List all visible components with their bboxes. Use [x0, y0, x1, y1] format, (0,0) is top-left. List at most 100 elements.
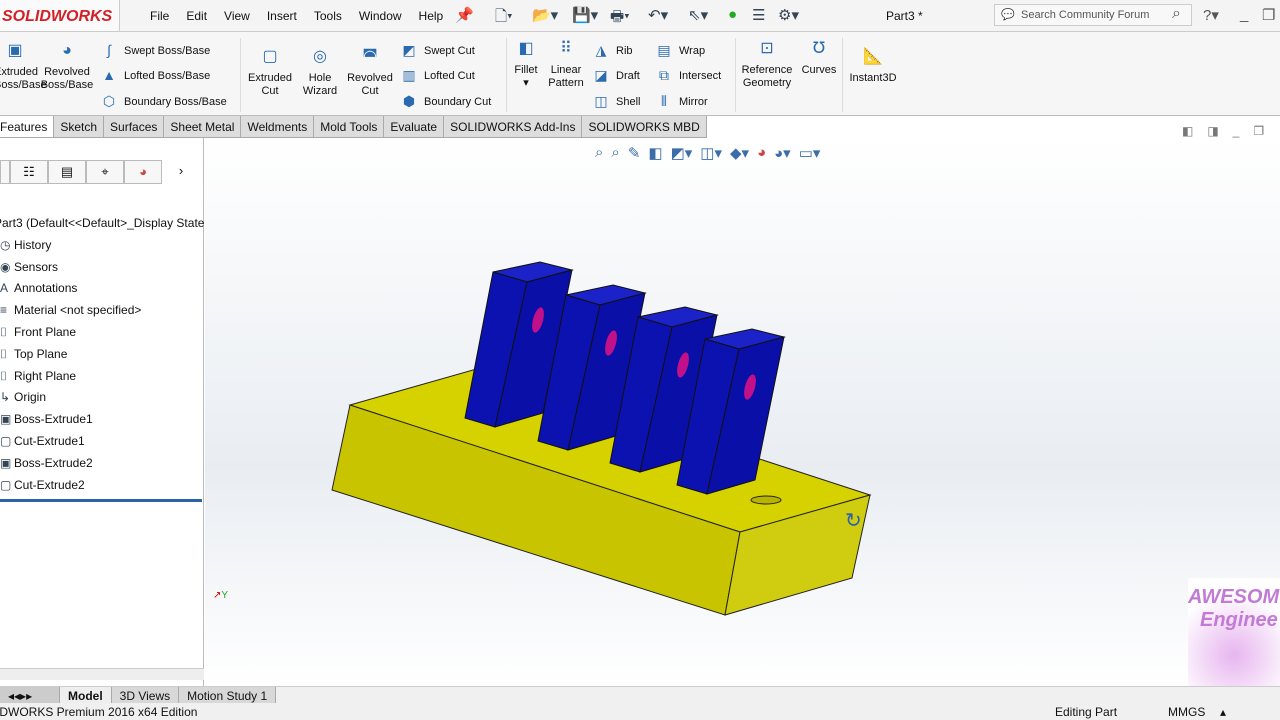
print-icon[interactable]: 🖶▾ — [610, 6, 630, 31]
tab-evaluate[interactable]: Evaluate — [384, 116, 445, 137]
swept-boss-button[interactable]: ∫ Swept Boss/Base — [100, 42, 210, 60]
menu-insert[interactable]: Insert — [267, 9, 297, 23]
dropdown-arrow[interactable]: ▾ — [523, 77, 529, 89]
tab-addins[interactable]: SOLIDWORKS Add-Ins — [444, 116, 583, 137]
menu-window[interactable]: Window — [359, 9, 402, 23]
revolved-cut-button[interactable]: ◚ Revolved Cut — [344, 49, 396, 98]
rebuild-icon[interactable]: ● — [728, 6, 737, 23]
menu-file[interactable]: File — [150, 9, 169, 23]
tree-item-boss-extrude1[interactable]: ▣ Boss-Extrude1 — [0, 412, 204, 434]
tree-item-top-plane[interactable]: ⌷ Top Plane — [0, 347, 204, 369]
feature-manager-tab[interactable]: ☷ — [10, 160, 48, 184]
shell-button[interactable]: ◫ Shell — [592, 93, 640, 111]
extruded-boss-button[interactable]: ▣Extruded Boss/Base — [0, 43, 47, 92]
help-icon[interactable]: ?▾ — [1203, 6, 1219, 24]
search-icon[interactable]: ⌕ — [1172, 5, 1181, 23]
tree-item-right-plane[interactable]: ⌷ Right Plane — [0, 369, 204, 391]
menu-edit[interactable]: Edit — [186, 9, 207, 23]
extruded-cut-icon: ▢ — [262, 48, 278, 65]
tab-surfaces[interactable]: Surfaces — [104, 116, 165, 137]
minimize-icon[interactable]: _ — [1240, 6, 1248, 23]
graphics-area[interactable]: ↻ ↗Y — [205, 138, 1280, 686]
horizontal-scrollbar[interactable] — [0, 668, 204, 680]
previous-view-icon[interactable]: ✎ — [628, 144, 641, 162]
reference-geometry-button[interactable]: ⊡ Reference Geometry — [738, 41, 796, 90]
lofted-boss-button[interactable]: ▲ Lofted Boss/Base — [100, 67, 210, 85]
property-manager-tab[interactable]: ▤ — [48, 160, 86, 184]
tree-item-annotations[interactable]: A Annotations — [0, 281, 204, 303]
tab-sketch[interactable]: Sketch — [54, 116, 105, 137]
menu-view[interactable]: View — [224, 9, 250, 23]
tab-weldments[interactable]: Weldments — [241, 116, 315, 137]
appearance-icon[interactable]: ◕▾ — [774, 144, 791, 162]
options-gear-icon[interactable]: ⚙▾ — [778, 6, 799, 24]
lofted-cut-button[interactable]: ▥ Lofted Cut — [400, 67, 474, 85]
solidworks-logo[interactable]: SOLIDWORKS — [0, 0, 120, 32]
extruded-cut-button[interactable]: ▢ Extruded Cut — [244, 48, 296, 98]
tree-item-front-plane[interactable]: ⌷ Front Plane — [0, 325, 204, 347]
viewport-window-controls[interactable]: ◧◨_❐ — [1182, 124, 1278, 138]
configuration-manager-tab[interactable]: ⌖ — [86, 160, 124, 184]
file-properties-icon[interactable]: ☰ — [752, 6, 765, 24]
tab-mbd[interactable]: SOLIDWORKS MBD — [582, 116, 707, 137]
tree-item-cut-extrude2[interactable]: ▢ Cut-Extrude2 — [0, 478, 204, 500]
instant3d-button[interactable]: 📐 Instant3D — [846, 49, 900, 85]
rollback-bar[interactable] — [0, 499, 202, 503]
tree-item-sensors[interactable]: ◉ Sensors — [0, 260, 204, 282]
display-style-icon[interactable]: ◆▾ — [730, 144, 749, 162]
tree-item-origin[interactable]: ↳ Origin — [0, 390, 204, 412]
tree-item-material[interactable]: ≡ Material <not specified> — [0, 303, 204, 325]
command-tabs: Features Sketch Surfaces Sheet Metal Wel… — [0, 116, 707, 138]
tab-motion-study[interactable]: Motion Study 1 — [179, 687, 277, 703]
save-icon[interactable]: 💾▾ — [572, 6, 598, 24]
units-arrow-icon[interactable]: ▴ — [1220, 705, 1226, 719]
tab-3d-views[interactable]: 3D Views — [111, 687, 180, 703]
restore-icon[interactable]: ❐ — [1262, 6, 1275, 24]
swept-cut-button[interactable]: ◩ Swept Cut — [400, 42, 474, 60]
units-selector[interactable]: MMGS — [1168, 705, 1205, 719]
tab-scroll-arrows[interactable]: ◂◂▸▸ — [0, 687, 60, 703]
undo-icon[interactable]: ↶▾ — [648, 6, 668, 24]
pin-icon[interactable]: 📌 — [455, 6, 474, 24]
annotation-icon: A — [0, 281, 9, 296]
linear-pattern-button[interactable]: ⠿ Linear Pattern — [544, 41, 588, 90]
view-settings-icon[interactable]: ▭▾ — [799, 144, 821, 162]
zoom-to-fit-icon[interactable]: ⌕ — [595, 144, 603, 162]
open-icon[interactable]: 📂▾ — [532, 6, 558, 24]
tab-features[interactable]: Features — [0, 116, 55, 137]
tree-item-cut-extrude1[interactable]: ▢ Cut-Extrude1 — [0, 434, 204, 456]
boundary-cut-button[interactable]: ⬢ Boundary Cut — [400, 93, 491, 111]
label: Boundary Cut — [424, 96, 492, 108]
fillet-icon: ◧ — [518, 40, 534, 57]
zoom-to-area-icon[interactable]: ⌕ — [611, 144, 619, 162]
panel-tab[interactable] — [0, 160, 10, 184]
tree-item-history[interactable]: ◷ History — [0, 238, 204, 260]
select-icon[interactable]: ⇖▾ — [688, 6, 708, 24]
rib-button[interactable]: ◮ Rib — [592, 42, 633, 60]
view-orientation-icon[interactable]: ◫▾ — [700, 144, 722, 162]
mirror-button[interactable]: ⫴ Mirror — [655, 93, 708, 111]
tree-root[interactable]: Part3 (Default<<Default>_Display State — [0, 216, 204, 238]
search-community-input[interactable]: 💬 Search Community Forum ⌕ — [994, 4, 1192, 26]
origin-icon: ↳ — [0, 390, 11, 405]
boundary-boss-button[interactable]: ⬡ Boundary Boss/Base — [100, 93, 227, 111]
wrap-button[interactable]: ▤ Wrap — [655, 42, 705, 60]
intersect-button[interactable]: ⧉ Intersect — [655, 67, 721, 85]
hole-wizard-button[interactable]: ◎ Hole Wizard — [296, 49, 344, 98]
tab-mold-tools[interactable]: Mold Tools — [314, 116, 385, 137]
display-manager-tab[interactable]: ◕ — [124, 160, 162, 184]
menu-help[interactable]: Help — [419, 9, 444, 23]
tab-sheet-metal[interactable]: Sheet Metal — [164, 116, 242, 137]
chevron-right-icon[interactable]: › — [162, 160, 200, 184]
fillet-button[interactable]: ◧ Fillet ▾ — [510, 40, 542, 90]
curves-button[interactable]: ℧ Curves — [800, 41, 838, 77]
new-document-icon[interactable]: 🗋▾ — [495, 6, 513, 31]
revolved-boss-button[interactable]: ◕ Revolved Boss/Base — [40, 43, 94, 92]
draft-button[interactable]: ◪ Draft — [592, 67, 639, 85]
dynamic-annotation-icon[interactable]: ◩▾ — [671, 144, 693, 162]
menu-tools[interactable]: Tools — [314, 9, 342, 23]
tree-item-boss-extrude2[interactable]: ▣ Boss-Extrude2 — [0, 456, 204, 478]
section-view-icon[interactable]: ◧ — [648, 144, 662, 162]
hide-show-icon[interactable]: ◕ — [757, 144, 766, 162]
tab-model[interactable]: Model — [60, 687, 112, 703]
